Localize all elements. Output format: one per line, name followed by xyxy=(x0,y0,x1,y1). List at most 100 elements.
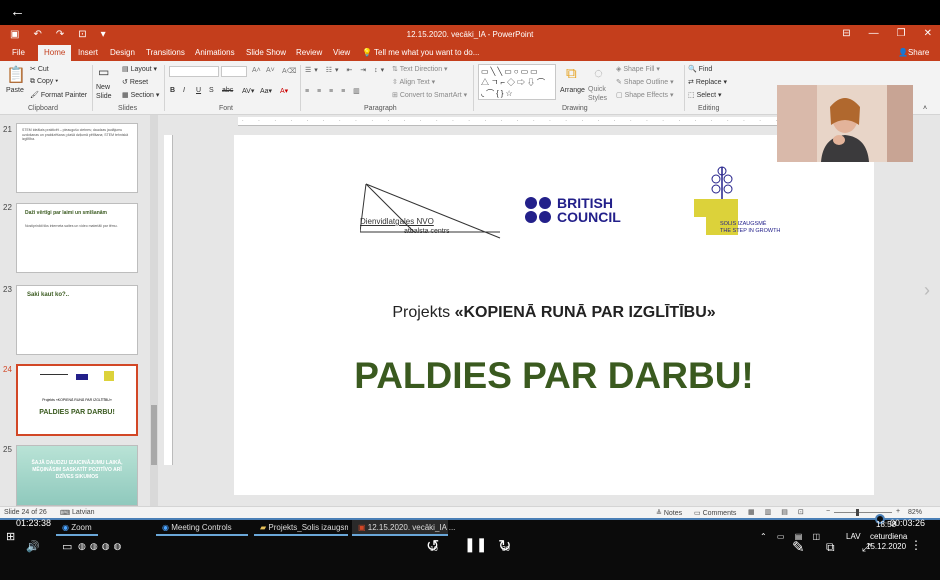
grow-font-icon[interactable]: A˄ xyxy=(252,67,261,74)
find-button[interactable]: 🔍 Find xyxy=(688,65,712,73)
slide-thumbnail-22[interactable]: Daži vērtīgi par laimi un smīšanām Nosti… xyxy=(16,203,138,273)
font-name-input[interactable] xyxy=(169,66,219,77)
pause-icon[interactable]: ❚❚ xyxy=(464,536,487,553)
layout-button[interactable]: ▤ Layout ▾ xyxy=(122,65,157,73)
restore-icon[interactable]: ❐ xyxy=(897,28,906,39)
shrink-font-icon[interactable]: A˅ xyxy=(266,67,275,74)
shape-effects-button[interactable]: ▢ Shape Effects ▾ xyxy=(616,91,674,99)
change-case-icon[interactable]: Aa▾ xyxy=(260,87,272,95)
underline-button[interactable]: U xyxy=(196,87,201,94)
next-slide-chevron-icon[interactable]: › xyxy=(924,280,930,301)
taskbar-app-zoom[interactable]: ◉ Zoom xyxy=(56,520,98,536)
shape-fill-button[interactable]: ◈ Shape Fill ▾ xyxy=(616,65,660,73)
alignment-buttons-icon[interactable]: ≡ ≡ ≡ ≡ ▥ xyxy=(305,87,363,95)
bold-button[interactable]: B xyxy=(170,87,175,94)
smartart-button[interactable]: ⊞ Convert to SmartArt ▾ xyxy=(392,91,467,99)
slide-headline: PALDIES PAR DARBU! xyxy=(354,355,754,396)
arrow-left-icon[interactable]: ← xyxy=(10,3,25,20)
view-buttons-icon[interactable]: ▦▥▤⊡ xyxy=(748,508,814,516)
close-icon[interactable]: ✕ xyxy=(924,28,932,39)
new-slide-button[interactable]: New Slide xyxy=(96,83,118,101)
tab-animations[interactable]: Animations xyxy=(195,48,235,57)
tab-transitions[interactable]: Transitions xyxy=(146,48,185,57)
draw-pen-icon[interactable]: ✎ xyxy=(792,538,805,556)
minimize-icon[interactable]: — xyxy=(869,28,879,39)
zoom-level[interactable]: 82% xyxy=(908,509,922,516)
input-language[interactable]: LAV xyxy=(846,532,861,541)
new-slide-icon[interactable]: ▭ xyxy=(98,65,109,79)
slide-thumbnail-25[interactable]: ŠAJĀ DAUDZU IZAICINĀJUMU LAIKĀ, MĒĢINĀSI… xyxy=(16,445,138,506)
align-text-button[interactable]: ⇳ Align Text ▾ xyxy=(392,78,435,86)
clear-format-icon[interactable]: A⌫ xyxy=(282,67,297,75)
comments-button[interactable]: ▭ Comments xyxy=(694,509,736,517)
copy-button[interactable]: ⧉ Copy ▾ xyxy=(30,78,58,86)
slide-thumbnail-21[interactable]: STEM ideālais prakticēt – pieaugušo ciet… xyxy=(16,123,138,193)
start-slideshow-icon[interactable]: ⊡ xyxy=(78,29,86,40)
tab-design[interactable]: Design xyxy=(110,48,135,57)
cut-button[interactable]: ✂ Cut xyxy=(30,65,49,73)
shape-outline-button[interactable]: ✎ Shape Outline ▾ xyxy=(616,78,674,86)
share-button[interactable]: 👤Share xyxy=(898,48,929,57)
shapes-gallery[interactable]: ▭╲╲▭○▭▭ △ㄱ⌐◇⇨⇩⌒ ◟⌒{}☆ xyxy=(478,64,556,100)
tell-me-search[interactable]: Tell me what you want to do... xyxy=(374,48,479,57)
tab-file[interactable]: File xyxy=(12,48,25,57)
captions-icon[interactable]: ▭ xyxy=(62,540,72,553)
tab-home[interactable]: Home xyxy=(38,45,72,61)
zoom-slider[interactable] xyxy=(834,512,892,513)
replace-button[interactable]: ⇄ Replace ▾ xyxy=(688,78,727,86)
arrange-icon[interactable]: ⧉ xyxy=(566,65,577,82)
tab-insert[interactable]: Insert xyxy=(78,48,98,57)
paste-icon[interactable]: 📋 xyxy=(6,65,26,85)
playback-progress-bar[interactable] xyxy=(0,518,940,520)
save-icon[interactable]: ▣ xyxy=(10,29,19,40)
notes-button[interactable]: ≜ Notes xyxy=(656,509,682,517)
volume-icon[interactable]: 🔊 xyxy=(26,540,40,553)
char-spacing-icon[interactable]: AV▾ xyxy=(242,87,254,95)
select-button[interactable]: ⬚ Select ▾ xyxy=(688,91,722,99)
italic-button[interactable]: I xyxy=(183,87,185,94)
collapse-ribbon-icon[interactable]: ˄ xyxy=(923,105,927,112)
zoom-in-icon[interactable]: + xyxy=(896,508,900,515)
pinned-apps-icon[interactable]: ◍◍◍◍ xyxy=(78,541,125,552)
font-color-icon[interactable]: A▾ xyxy=(280,87,288,95)
taskbar-app-folder[interactable]: ▰ Projekts_Solis izaugsmē xyxy=(254,520,348,536)
scrollbar-thumb[interactable] xyxy=(151,405,157,465)
taskbar-app-powerpoint[interactable]: ▣ 12.15.2020. vecāki_IA ... xyxy=(352,520,455,536)
undo-icon[interactable]: ↶ xyxy=(33,29,41,40)
paste-button[interactable]: Paste xyxy=(6,87,24,94)
customize-dropdown-icon[interactable]: ▾ xyxy=(101,29,106,40)
separator xyxy=(473,65,474,111)
ribbon-display-icon[interactable]: ⊟ xyxy=(842,28,850,39)
strikethrough-button[interactable]: abc xyxy=(222,87,233,94)
quick-styles-button[interactable]: Quick Styles xyxy=(588,85,614,103)
slide-thumbnail-23[interactable]: Saki kaut ko?.. xyxy=(16,285,138,355)
font-size-input[interactable] xyxy=(221,66,247,77)
text-direction-button[interactable]: ⇅ Text Direction ▾ xyxy=(392,65,448,73)
more-options-icon[interactable]: ⋮ xyxy=(910,538,922,552)
arrange-button[interactable]: Arrange xyxy=(560,87,585,94)
slide-thumbnail-24[interactable]: Projekts «KOPIENĀ RUNĀ PAR IZGLĪTĪBU» PA… xyxy=(16,364,138,436)
format-painter-button[interactable]: 🖌 Format Painter xyxy=(30,91,87,99)
windows-start-icon[interactable]: ⊞ xyxy=(6,530,15,543)
thumbnail-scrollbar[interactable] xyxy=(150,115,158,506)
person-icon: 👤 xyxy=(898,48,908,57)
tab-view[interactable]: View xyxy=(333,48,350,57)
thumb-text: ŠAJĀ DAUDZU IZAICINĀJUMU LAIKĀ, MĒĢINĀSI… xyxy=(31,460,123,480)
drawing-group-label: Drawing xyxy=(562,105,588,112)
slide-canvas[interactable]: Dienvidlatgales NVO atbalsta centrs BRIT… xyxy=(234,135,874,495)
spellcheck-icon[interactable]: ⌨ xyxy=(60,509,70,517)
zoom-slider-thumb[interactable] xyxy=(856,509,859,516)
zoom-out-icon[interactable]: − xyxy=(826,508,830,515)
section-button[interactable]: ▦ Section ▾ xyxy=(122,91,159,99)
expand-icon[interactable]: ⤢ xyxy=(862,542,871,555)
picture-in-picture-icon[interactable]: ⧉ xyxy=(826,540,835,555)
shadow-button[interactable]: S xyxy=(209,87,214,94)
taskbar-app-meeting-controls[interactable]: ◉ Meeting Controls xyxy=(156,520,248,536)
language-indicator[interactable]: Latvian xyxy=(72,509,95,516)
reset-button[interactable]: ↺ Reset xyxy=(122,78,148,86)
tab-review[interactable]: Review xyxy=(296,48,322,57)
redo-icon[interactable]: ↷ xyxy=(56,29,64,40)
quick-styles-icon[interactable]: ◌ xyxy=(594,65,603,82)
tab-slide-show[interactable]: Slide Show xyxy=(246,48,286,57)
list-buttons-icon[interactable]: ☰▾ ☷▾ ⇤ ⇥ ↕▾ xyxy=(305,66,387,74)
